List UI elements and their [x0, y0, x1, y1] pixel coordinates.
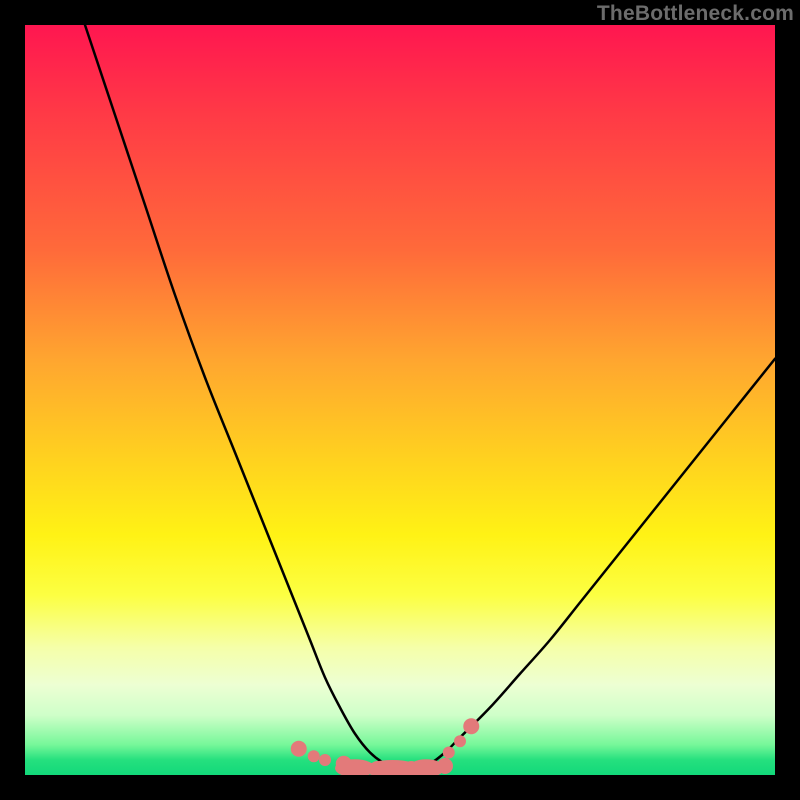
marker-point	[443, 747, 455, 759]
marker-point	[291, 741, 307, 757]
watermark-text: TheBottleneck.com	[597, 2, 794, 26]
chart-frame: TheBottleneck.com	[0, 0, 800, 800]
marker-point	[463, 718, 479, 734]
plot-area	[25, 25, 775, 775]
marker-point	[319, 754, 331, 766]
marker-point	[454, 735, 466, 747]
bottleneck-curve	[85, 25, 775, 770]
chart-svg	[25, 25, 775, 775]
marker-point	[308, 750, 320, 762]
